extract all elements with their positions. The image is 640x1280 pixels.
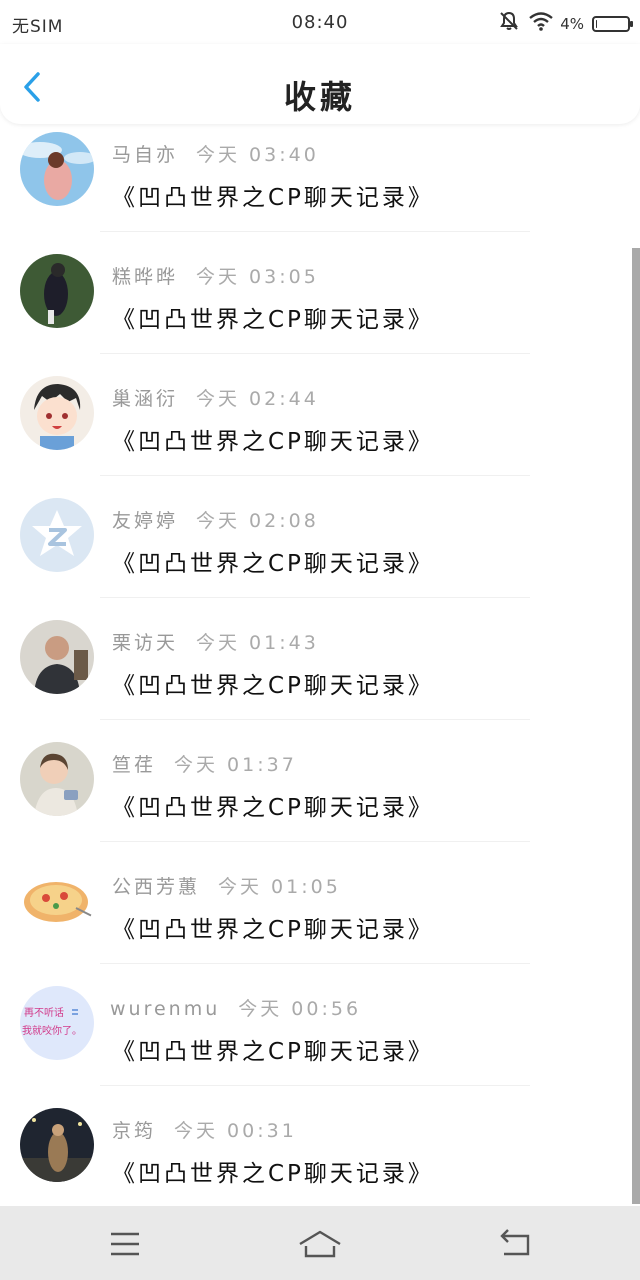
item-time: 今天 01:37	[174, 754, 297, 776]
scrollbar[interactable]	[632, 248, 640, 1204]
avatar-photo-icon	[20, 620, 94, 694]
item-title: 《凹凸世界之CP聊天记录》	[112, 185, 434, 211]
author-name: 马自亦	[112, 144, 179, 166]
list-item[interactable]: 巢涵衍 今天 02:44 《凹凸世界之CP聊天记录》	[0, 354, 640, 476]
battery-level	[596, 19, 597, 28]
item-title: 《凹凸世界之CP聊天记录》	[112, 429, 434, 455]
back-nav-button[interactable]	[496, 1226, 536, 1262]
status-bar: 无SIM 08:40 4%	[0, 0, 640, 44]
avatar-text-icon: 再不听话 我就咬你了。	[20, 986, 94, 1060]
menu-button[interactable]	[105, 1226, 145, 1262]
avatar	[20, 864, 94, 938]
item-meta: 马自亦 今天 03:40	[112, 140, 319, 167]
avatar-photo-icon	[20, 132, 94, 206]
list-item[interactable]: 京筠 今天 00:31 《凹凸世界之CP聊天记录》	[0, 1086, 640, 1208]
author-name: 京筠	[112, 1120, 157, 1142]
item-meta: 京筠 今天 00:31	[112, 1116, 297, 1143]
author-name: wurenmu	[110, 998, 221, 1020]
item-title: 《凹凸世界之CP聊天记录》	[112, 551, 434, 577]
item-title: 《凹凸世界之CP聊天记录》	[112, 795, 434, 821]
list-item[interactable]: 马自亦 今天 03:40 《凹凸世界之CP聊天记录》	[0, 124, 640, 232]
author-name: 巢涵衍	[112, 388, 179, 410]
avatar-pizza-icon	[20, 864, 94, 938]
item-meta: 公西芳蕙 今天 01:05	[112, 872, 341, 899]
item-time: 今天 01:05	[218, 876, 341, 898]
avatar-text-line1: 再不听话	[24, 1007, 64, 1019]
item-title: 《凹凸世界之CP聊天记录》	[112, 307, 434, 333]
item-time: 今天 00:31	[174, 1120, 297, 1142]
avatar	[20, 376, 94, 450]
item-meta: wurenmu 今天 00:56	[110, 994, 361, 1021]
author-name: 栗访天	[112, 632, 179, 654]
avatar-text-line2: 我就咬你了。	[22, 1024, 82, 1037]
avatar	[20, 742, 94, 816]
battery-percent: 4%	[560, 14, 584, 33]
avatar: 再不听话 我就咬你了。	[20, 986, 94, 1060]
item-meta: 栗访天 今天 01:43	[112, 628, 319, 655]
item-time: 今天 01:43	[196, 632, 319, 654]
item-time: 今天 00:56	[238, 998, 362, 1020]
back-icon	[500, 1229, 530, 1256]
list-item[interactable]: 公西芳蕙 今天 01:05 《凹凸世界之CP聊天记录》	[0, 842, 640, 964]
mute-bell-icon	[498, 10, 520, 37]
status-icons: 4%	[498, 10, 633, 37]
list-item[interactable]: 栗访天 今天 01:43 《凹凸世界之CP聊天记录》	[0, 598, 640, 720]
avatar	[20, 620, 94, 694]
item-meta: 笪荏 今天 01:37	[112, 750, 297, 777]
author-name: 友婷婷	[112, 510, 179, 532]
avatar-photo-icon	[20, 254, 94, 328]
avatar	[20, 1108, 94, 1182]
header: 收藏	[0, 44, 640, 124]
item-time: 今天 02:08	[196, 510, 319, 532]
system-nav-bar	[0, 1206, 640, 1280]
favorites-list: 马自亦 今天 03:40 《凹凸世界之CP聊天记录》 糕晔晔 今天 03:05 《凹…	[0, 124, 640, 1208]
item-title: 《凹凸世界之CP聊天记录》	[112, 1039, 434, 1065]
list-item[interactable]: 友婷婷 今天 02:08 《凹凸世界之CP聊天记录》	[0, 476, 640, 598]
avatar-cartoon-icon	[20, 376, 94, 450]
item-title: 《凹凸世界之CP聊天记录》	[112, 673, 434, 699]
menu-icon	[111, 1232, 139, 1256]
avatar-photo-icon	[20, 1108, 94, 1182]
page-title: 收藏	[283, 78, 356, 116]
avatar	[20, 132, 94, 206]
author-name: 糕晔晔	[112, 266, 179, 288]
avatar	[20, 498, 94, 572]
item-meta: 巢涵衍 今天 02:44	[112, 384, 319, 411]
item-time: 今天 03:05	[196, 266, 319, 288]
item-time: 今天 03:40	[196, 144, 319, 166]
item-title: 《凹凸世界之CP聊天记录》	[112, 1161, 434, 1187]
item-meta: 友婷婷 今天 02:08	[112, 506, 319, 533]
home-icon	[299, 1230, 341, 1258]
wifi-icon	[528, 11, 554, 36]
item-time: 今天 02:44	[196, 388, 319, 410]
list-item[interactable]: 再不听话 我就咬你了。 wurenmu 今天 00:56 《凹凸世界之CP聊天记录…	[0, 964, 640, 1086]
list-item[interactable]: 糕晔晔 今天 03:05 《凹凸世界之CP聊天记录》	[0, 232, 640, 354]
home-button[interactable]	[296, 1226, 344, 1262]
avatar-default-icon	[20, 498, 94, 572]
item-title: 《凹凸世界之CP聊天记录》	[112, 917, 434, 943]
list-item[interactable]: 笪荏 今天 01:37 《凹凸世界之CP聊天记录》	[0, 720, 640, 842]
item-meta: 糕晔晔 今天 03:05	[112, 262, 319, 289]
author-name: 公西芳蕙	[112, 876, 201, 898]
avatar	[20, 254, 94, 328]
battery-icon	[592, 15, 633, 32]
author-name: 笪荏	[112, 754, 157, 776]
avatar-photo-icon	[20, 742, 94, 816]
